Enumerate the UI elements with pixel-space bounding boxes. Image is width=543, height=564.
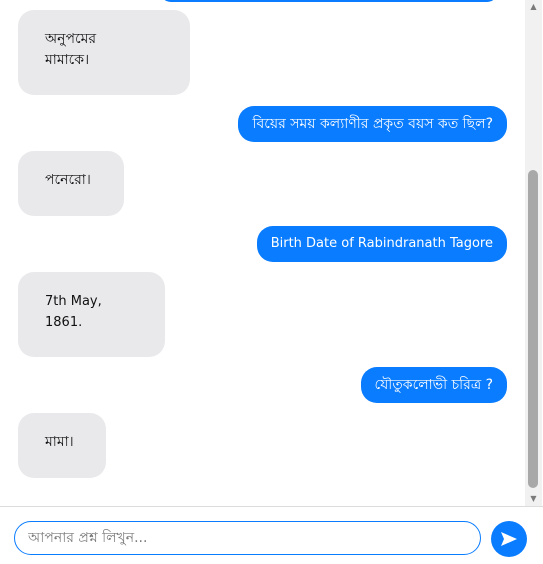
message-list[interactable]: অনুপমের মামাকে। বিয়ের সময় কল্যাণীর প্র… <box>0 0 525 506</box>
bot-message-bubble: মামা। <box>18 413 106 478</box>
chat-window: অনুপমের মামাকে। বিয়ের সময় কল্যাণীর প্র… <box>0 0 543 564</box>
user-message-bubble: বিয়ের সময় কল্যাণীর প্রকৃত বয়স কত ছিল? <box>238 106 507 142</box>
send-arrow-icon <box>501 532 517 546</box>
message-scrollbar[interactable]: ▲ ▼ <box>525 0 542 506</box>
bot-message-bubble: 7th May, 1861. <box>18 272 165 357</box>
user-message-bubble: যৌতুকলোভী চরিত্র ? <box>360 367 507 403</box>
question-input[interactable] <box>14 521 481 555</box>
bot-message-bubble: পনেরো। <box>18 151 124 216</box>
scroll-up-arrow-icon[interactable]: ▲ <box>525 0 542 14</box>
user-message-bubble-partial <box>160 0 498 2</box>
chat-input-bar <box>0 506 543 564</box>
send-button[interactable] <box>491 521 527 557</box>
user-message-bubble: Birth Date of Rabindranath Tagore <box>256 226 507 262</box>
scrollbar-thumb[interactable] <box>528 170 538 488</box>
scroll-down-arrow-icon[interactable]: ▼ <box>525 492 542 506</box>
bot-message-bubble: অনুপমের মামাকে। <box>18 10 190 95</box>
